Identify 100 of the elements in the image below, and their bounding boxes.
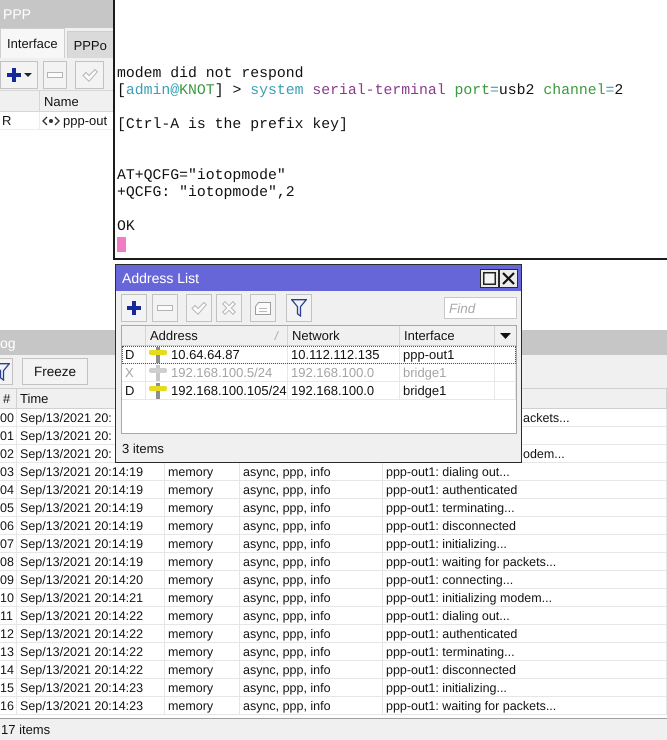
- log-topics: async, ppp, info: [243, 590, 331, 604]
- add-button[interactable]: [0, 61, 38, 89]
- log-topics: async, ppp, info: [243, 500, 331, 514]
- log-buffer: memory: [168, 680, 214, 694]
- status-text: 3 items: [122, 440, 164, 456]
- network-value: 192.168.100.0: [291, 365, 374, 380]
- close-button[interactable]: [499, 268, 518, 288]
- plus-icon: [127, 301, 141, 315]
- log-message: ppp-out1: disconnected: [386, 662, 516, 676]
- log-buffer: memory: [168, 662, 214, 676]
- column-header[interactable]: Time: [20, 391, 48, 406]
- terminal-line: [admin@KNOT] > system serial-terminal port=usb2 channel=2: [117, 83, 624, 100]
- filter-button[interactable]: [286, 294, 312, 322]
- log-time: Sep/13/2021 20:14:22: [20, 626, 144, 640]
- square-icon: [483, 272, 496, 284]
- log-time: Sep/13/2021 20:14:20: [20, 572, 144, 586]
- window-title: og: [0, 334, 16, 350]
- log-message: ppp-out1: connecting...: [386, 572, 514, 586]
- address-row[interactable]: D 10.64.64.87 10.112.112.135 ppp-out1: [122, 346, 516, 364]
- row-number: 14: [0, 662, 14, 676]
- log-topics: async, ppp, info: [243, 554, 331, 568]
- column-header[interactable]: Network: [292, 328, 340, 343]
- interface-value: bridge1: [403, 365, 446, 380]
- close-icon: [502, 272, 515, 284]
- row-number: 12: [0, 626, 14, 640]
- check-icon: [191, 302, 207, 314]
- log-time: Sep/13/2021 20:: [20, 446, 112, 460]
- terminal-line: +QCFG: "iotopmode",2: [117, 185, 296, 202]
- filter-icon: [0, 362, 10, 380]
- terminal-line: [Ctrl-A is the prefix key]: [117, 117, 349, 134]
- log-topics: async, ppp, info: [243, 680, 331, 694]
- log-message: ppp-out1: dialing out...: [386, 608, 510, 622]
- log-buffer: memory: [168, 608, 214, 622]
- log-topics: async, ppp, info: [243, 572, 331, 586]
- double-arrow-icon: [42, 116, 60, 126]
- interface-name: ppp-out: [63, 113, 108, 128]
- freeze-button[interactable]: Freeze: [22, 358, 88, 385]
- tab[interactable]: Interface: [0, 28, 65, 58]
- network-value: 10.112.112.135: [291, 347, 380, 362]
- tab[interactable]: PPPo: [66, 31, 114, 58]
- column-header[interactable]: Name: [44, 94, 79, 108]
- maximize-button[interactable]: [480, 268, 499, 288]
- log-buffer: memory: [168, 572, 214, 586]
- interface-value: ppp-out1: [403, 347, 454, 362]
- row-number: 02: [0, 446, 14, 460]
- log-buffer: memory: [168, 626, 214, 640]
- row-number: 08: [0, 554, 14, 568]
- address-value: 192.168.100.5/24: [171, 365, 272, 380]
- log-message: ppp-out1: dialing out...: [386, 464, 510, 478]
- plus-icon: [6, 68, 20, 82]
- log-topics: async, ppp, info: [243, 518, 331, 532]
- add-button[interactable]: [121, 294, 147, 322]
- log-topics: async, ppp, info: [243, 482, 331, 496]
- log-time: Sep/13/2021 20:14:22: [20, 608, 144, 622]
- log-message: ppp-out1: authenticated: [386, 626, 518, 640]
- log-buffer: memory: [168, 698, 214, 712]
- log-buffer: memory: [168, 482, 214, 496]
- log-time: Sep/13/2021 20:14:22: [20, 644, 144, 658]
- log-message: ppp-out1: authenticated: [386, 482, 518, 496]
- flag-label: D: [125, 383, 134, 398]
- log-message: odem...: [523, 446, 565, 460]
- column-header[interactable]: Address: [150, 328, 198, 343]
- column-header[interactable]: Interface: [404, 328, 455, 343]
- x-icon: [222, 301, 236, 315]
- log-time: Sep/13/2021 20:14:22: [20, 662, 144, 676]
- log-time: Sep/13/2021 20:14:21: [20, 590, 144, 604]
- caret-icon: [24, 73, 32, 77]
- log-topics: async, ppp, info: [243, 698, 331, 712]
- log-time: Sep/13/2021 20:: [20, 410, 112, 424]
- filter-button[interactable]: [0, 358, 13, 385]
- terminal-line: OK: [117, 219, 136, 236]
- cross-icon: [149, 364, 167, 380]
- log-time: Sep/13/2021 20:14:19: [20, 554, 144, 568]
- search-field[interactable]: Find: [444, 297, 517, 319]
- check-icon: [82, 68, 98, 82]
- log-message: ppp-out1: waiting for packets...: [386, 554, 556, 568]
- cross-icon: [149, 382, 167, 398]
- dropdown-icon[interactable]: [500, 332, 511, 338]
- comment-button[interactable]: [250, 294, 276, 322]
- log-time: Sep/13/2021 20:14:23: [20, 680, 144, 694]
- minus-icon: [47, 72, 63, 78]
- log-message: ppp-out1: initializing...: [386, 536, 507, 550]
- row-number: 00: [0, 410, 14, 424]
- log-topics: async, ppp, info: [243, 644, 331, 658]
- row-number: 07: [0, 536, 14, 550]
- log-buffer: memory: [168, 590, 214, 604]
- log-buffer: memory: [168, 518, 214, 532]
- column-header[interactable]: #: [3, 391, 10, 406]
- log-buffer: memory: [168, 554, 214, 568]
- address-value: 192.168.100.105/24: [171, 383, 287, 398]
- log-time: Sep/13/2021 20:: [20, 428, 112, 442]
- flag-label: D: [125, 347, 134, 362]
- row-number: 13: [0, 644, 14, 658]
- interface-value: bridge1: [403, 383, 446, 398]
- network-value: 192.168.100.0: [291, 383, 374, 398]
- minus-icon: [157, 305, 173, 311]
- log-message: ppp-out1: waiting for packets...: [386, 698, 556, 712]
- address-row[interactable]: D 192.168.100.105/24 192.168.100.0 bridge1: [122, 382, 516, 400]
- row-number: 01: [0, 428, 14, 442]
- log-time: Sep/13/2021 20:14:19: [20, 464, 144, 478]
